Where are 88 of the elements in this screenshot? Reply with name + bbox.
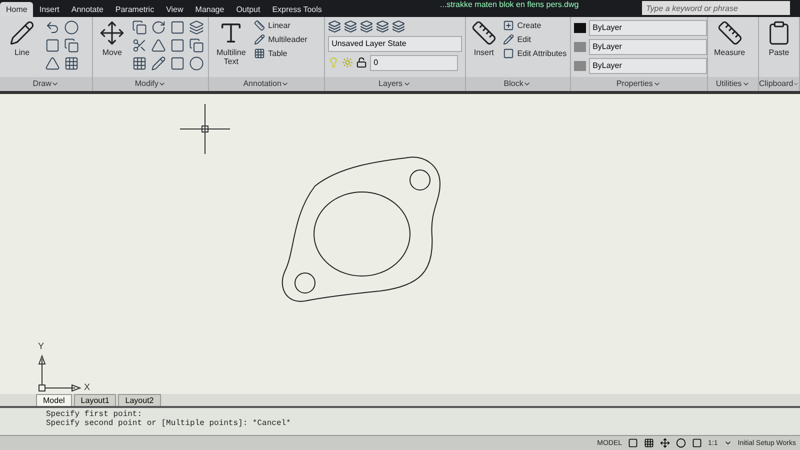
ribbon-tab[interactable]: Output — [230, 2, 266, 17]
lock-icon[interactable] — [356, 57, 367, 68]
panel-title[interactable]: Modify — [93, 76, 208, 91]
status-icon[interactable] — [660, 438, 670, 448]
swatch-icon — [574, 22, 586, 33]
tool-icon[interactable] — [64, 56, 79, 71]
tool-icon — [503, 34, 514, 45]
tool-icon[interactable] — [189, 56, 204, 71]
panel-title[interactable]: Properties — [570, 76, 707, 91]
panel-title[interactable]: Draw — [0, 76, 92, 91]
crosshair-icon — [180, 103, 230, 154]
layer-tool-icon[interactable] — [376, 20, 389, 33]
swatch-icon — [574, 42, 586, 52]
command-line: Specify second point or [Multiple points]: *Cancel* — [46, 418, 292, 428]
layout-tab[interactable]: Layout1 — [74, 394, 116, 406]
tool-button[interactable]: Line — [3, 20, 41, 57]
panel-title[interactable]: Clipboard — [759, 76, 799, 91]
panel-title[interactable]: Annotation — [209, 76, 324, 91]
tool-button[interactable]: Multileader — [254, 34, 308, 45]
status-icon[interactable] — [644, 438, 654, 448]
tool-icon[interactable] — [151, 20, 166, 35]
panel-title[interactable]: Utilities — [708, 76, 758, 91]
tool-button[interactable]: Linear — [254, 20, 308, 31]
layer-tool-icon[interactable] — [360, 20, 373, 33]
drawing-canvas[interactable]: Y X — [0, 94, 800, 394]
tool-icon — [254, 34, 266, 45]
layout-tab[interactable]: Model — [36, 394, 72, 406]
ribbon-tab[interactable]: Insert — [33, 2, 66, 17]
tool-button[interactable]: Table — [254, 48, 308, 59]
tool-icon[interactable] — [45, 38, 60, 53]
dropdown[interactable]: ByLayer — [588, 20, 707, 36]
layout-tab[interactable]: Layout2 — [118, 394, 161, 406]
layer-tool-icon[interactable] — [328, 20, 341, 33]
tool-button[interactable]: Paste — [762, 20, 796, 57]
swatch-icon — [574, 60, 586, 71]
ribbon-tab[interactable]: Home — [0, 2, 34, 17]
tool-icon[interactable] — [132, 20, 148, 35]
tool-icon[interactable] — [45, 56, 60, 71]
status-icon[interactable] — [676, 438, 686, 448]
tool-button[interactable]: Create — [503, 20, 567, 31]
ribbon-tab[interactable]: Parametric — [109, 2, 160, 17]
dropdown[interactable]: ByLayer — [588, 38, 707, 55]
tool-icon[interactable] — [132, 38, 148, 53]
tool-icon[interactable] — [64, 20, 79, 35]
tool-icon — [9, 20, 35, 46]
tool-button[interactable]: Edit — [503, 34, 567, 45]
tool-icon[interactable] — [45, 20, 60, 35]
tool-icon[interactable] — [170, 20, 186, 35]
ribbon-tab[interactable]: View — [160, 2, 190, 17]
tool-button[interactable]: Edit Attributes — [503, 48, 567, 59]
axis-label: X — [84, 382, 90, 392]
axis-label: Y — [38, 340, 44, 351]
tool-icon[interactable] — [64, 38, 79, 53]
tool-icon — [503, 20, 514, 31]
ucs-axes-icon — [38, 354, 82, 392]
dropdown[interactable]: ByLayer — [588, 58, 707, 74]
tool-icon[interactable] — [151, 56, 166, 71]
tool-icon — [99, 20, 126, 46]
tool-icon[interactable] — [170, 56, 186, 71]
status-icon[interactable] — [692, 438, 702, 448]
caret-icon — [724, 439, 732, 447]
layer-tool-icon[interactable] — [392, 20, 405, 33]
tool-button[interactable]: Insert — [468, 20, 500, 57]
tool-button[interactable]: Measure — [710, 20, 749, 57]
tool-button[interactable]: Move — [96, 20, 128, 57]
tool-icon[interactable] — [151, 38, 166, 53]
search-field[interactable]: Type a keyword or phrase — [642, 1, 790, 15]
status-icon[interactable] — [628, 438, 638, 448]
ribbon-tab[interactable]: Express Tools — [266, 2, 328, 17]
tool-icon — [716, 20, 743, 46]
ribbon-tab[interactable]: Annotate — [65, 2, 110, 17]
panel-title[interactable]: Layers — [324, 76, 465, 91]
tool-icon[interactable] — [189, 20, 204, 35]
tool-icon — [254, 20, 266, 31]
tool-icon — [254, 48, 266, 59]
window-title: ...strakke maten blok en flens pers.dwg — [440, 0, 579, 9]
layer-tool-icon[interactable] — [344, 20, 357, 33]
tool-button[interactable]: Multiline Text — [212, 20, 250, 66]
tool-icon — [503, 48, 514, 59]
panel-title[interactable]: Block — [466, 76, 570, 91]
dropdown[interactable]: Unsaved Layer State — [328, 36, 462, 52]
tool-icon[interactable] — [132, 56, 148, 71]
dropdown[interactable]: 0 — [370, 54, 458, 71]
tool-icon[interactable] — [189, 38, 204, 53]
ribbon-tab[interactable]: Manage — [189, 2, 230, 17]
tool-icon — [470, 20, 497, 46]
tool-icon[interactable] — [170, 38, 186, 53]
command-line: Specify first point: — [46, 410, 144, 419]
